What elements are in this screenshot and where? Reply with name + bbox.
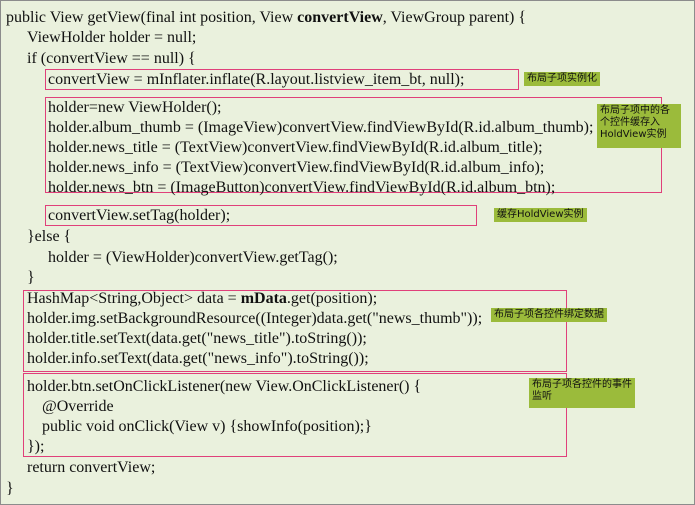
- code-line: convertView.setTag(holder);: [48, 207, 231, 224]
- code-slide: public View getView(final int position, …: [0, 0, 695, 505]
- code-text: , ViewGroup parent) {: [382, 9, 527, 26]
- code-line: holder.title.setText(data.get("news_titl…: [27, 330, 367, 347]
- code-line: }: [6, 480, 14, 497]
- note-cache: 缓存HoldView实例: [494, 208, 587, 222]
- note-events: 布局子项各控件的事件监听: [529, 378, 635, 408]
- code-line: holder.info.setText(data.get("news_info"…: [27, 350, 369, 367]
- code-text: HashMap<String,Object> data =: [27, 290, 241, 307]
- code-line: holder = (ViewHolder)convertView.getTag(…: [48, 249, 338, 266]
- note-inflate: 布局子项实例化: [524, 72, 600, 86]
- code-line: holder.album_thumb = (ImageView)convertV…: [48, 119, 594, 136]
- code-line: convertView = mInflater.inflate(R.layout…: [48, 71, 465, 88]
- code-line: holder.news_title = (TextView)convertVie…: [48, 139, 543, 156]
- code-line: if (convertView == null) {: [27, 50, 196, 67]
- note-holder-store: 布局子项中的各个控件缓存入HoldView实例: [597, 104, 681, 148]
- code-line: holder.news_info = (TextView)convertView…: [48, 159, 545, 176]
- code-line: ViewHolder holder = null;: [27, 29, 197, 46]
- code-line: return convertView;: [27, 459, 156, 476]
- note-bind: 布局子项各控件绑定数据: [491, 308, 607, 322]
- code-line: holder.img.setBackgroundResource((Intege…: [27, 310, 483, 327]
- code-line: @Override: [42, 398, 114, 415]
- code-line: HashMap<String,Object> data = mData.get(…: [27, 289, 377, 309]
- code-text: public View getView(final int position, …: [6, 9, 298, 26]
- code-text: .get(position);: [286, 290, 378, 307]
- code-line: holder.news_btn = (ImageButton)convertVi…: [48, 179, 556, 196]
- code-line: public View getView(final int position, …: [6, 8, 526, 28]
- code-bold-text: convertView: [297, 9, 383, 26]
- code-line: });: [27, 438, 45, 455]
- code-line: holder=new ViewHolder();: [48, 99, 222, 116]
- code-bold-text: mData: [240, 290, 287, 307]
- code-line: public void onClick(View v) {showInfo(po…: [42, 418, 372, 435]
- code-line: }: [27, 269, 35, 286]
- code-line: holder.btn.setOnClickListener(new View.O…: [27, 378, 422, 395]
- code-line: }else {: [27, 228, 72, 245]
